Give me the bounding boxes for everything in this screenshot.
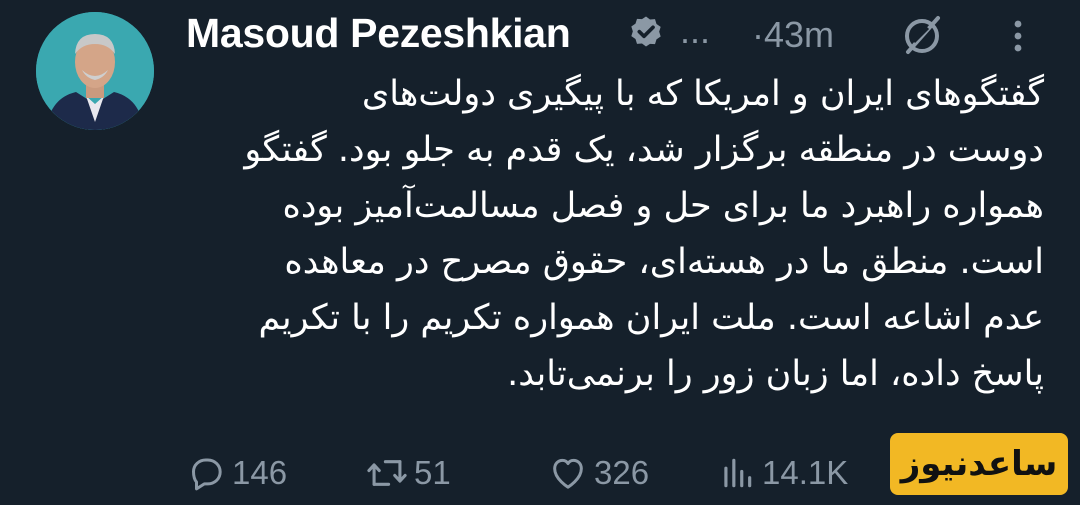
reply-count: 146 — [232, 454, 288, 491]
tweet-time[interactable]: ·43m — [752, 14, 834, 56]
watermark-logo: ساعدنیوز — [890, 433, 1068, 495]
tweet-line: پاسخ داده، اما زبان زور را برنمی‌تابد. — [507, 354, 1044, 394]
action-bar: 146 51 326 14.1K — [186, 448, 886, 498]
retweet-button[interactable]: 51 — [366, 448, 451, 498]
heart-icon — [553, 458, 583, 489]
reply-button[interactable]: 146 — [186, 448, 287, 498]
verified-badge-icon — [626, 14, 666, 54]
author-handle[interactable]: ... — [680, 10, 710, 52]
retweet-count: 51 — [414, 454, 451, 491]
tweet-line: است. منطق ما در هسته‌ای، حقوق مصرح در مع… — [284, 242, 1044, 282]
author-name[interactable]: Masoud Pezeshkian — [186, 10, 571, 57]
more-vertical-icon[interactable] — [996, 14, 1040, 58]
tweet-line: دوست در منطقه برگزار شد، یک قدم به جلو ب… — [244, 130, 1044, 170]
grok-icon[interactable] — [898, 12, 946, 60]
tweet-line: همواره راهبرد ما برای حل و فصل مسالمت‌آم… — [282, 186, 1045, 226]
tweet: Masoud Pezeshkian ... ·43m گفتگوهای ایرا… — [0, 0, 1080, 505]
reply-icon — [192, 458, 222, 491]
tweet-header: Masoud Pezeshkian ... ·43m — [186, 8, 1046, 58]
tweet-line: عدم اشاعه است. ملت ایران همواره تکریم را… — [258, 298, 1044, 338]
tweet-text: گفتگوهای ایران و امریکا که با پیگیری دول… — [184, 66, 1044, 402]
avatar[interactable] — [36, 12, 154, 130]
views-count: 14.1K — [762, 454, 849, 491]
views-chart-icon — [724, 458, 752, 488]
like-button[interactable]: 326 — [548, 448, 649, 498]
tweet-line: گفتگوهای ایران و امریکا که با پیگیری دول… — [361, 74, 1044, 114]
like-count: 326 — [594, 454, 650, 491]
views-button[interactable]: 14.1K — [718, 448, 848, 498]
retweet-icon — [367, 460, 407, 486]
